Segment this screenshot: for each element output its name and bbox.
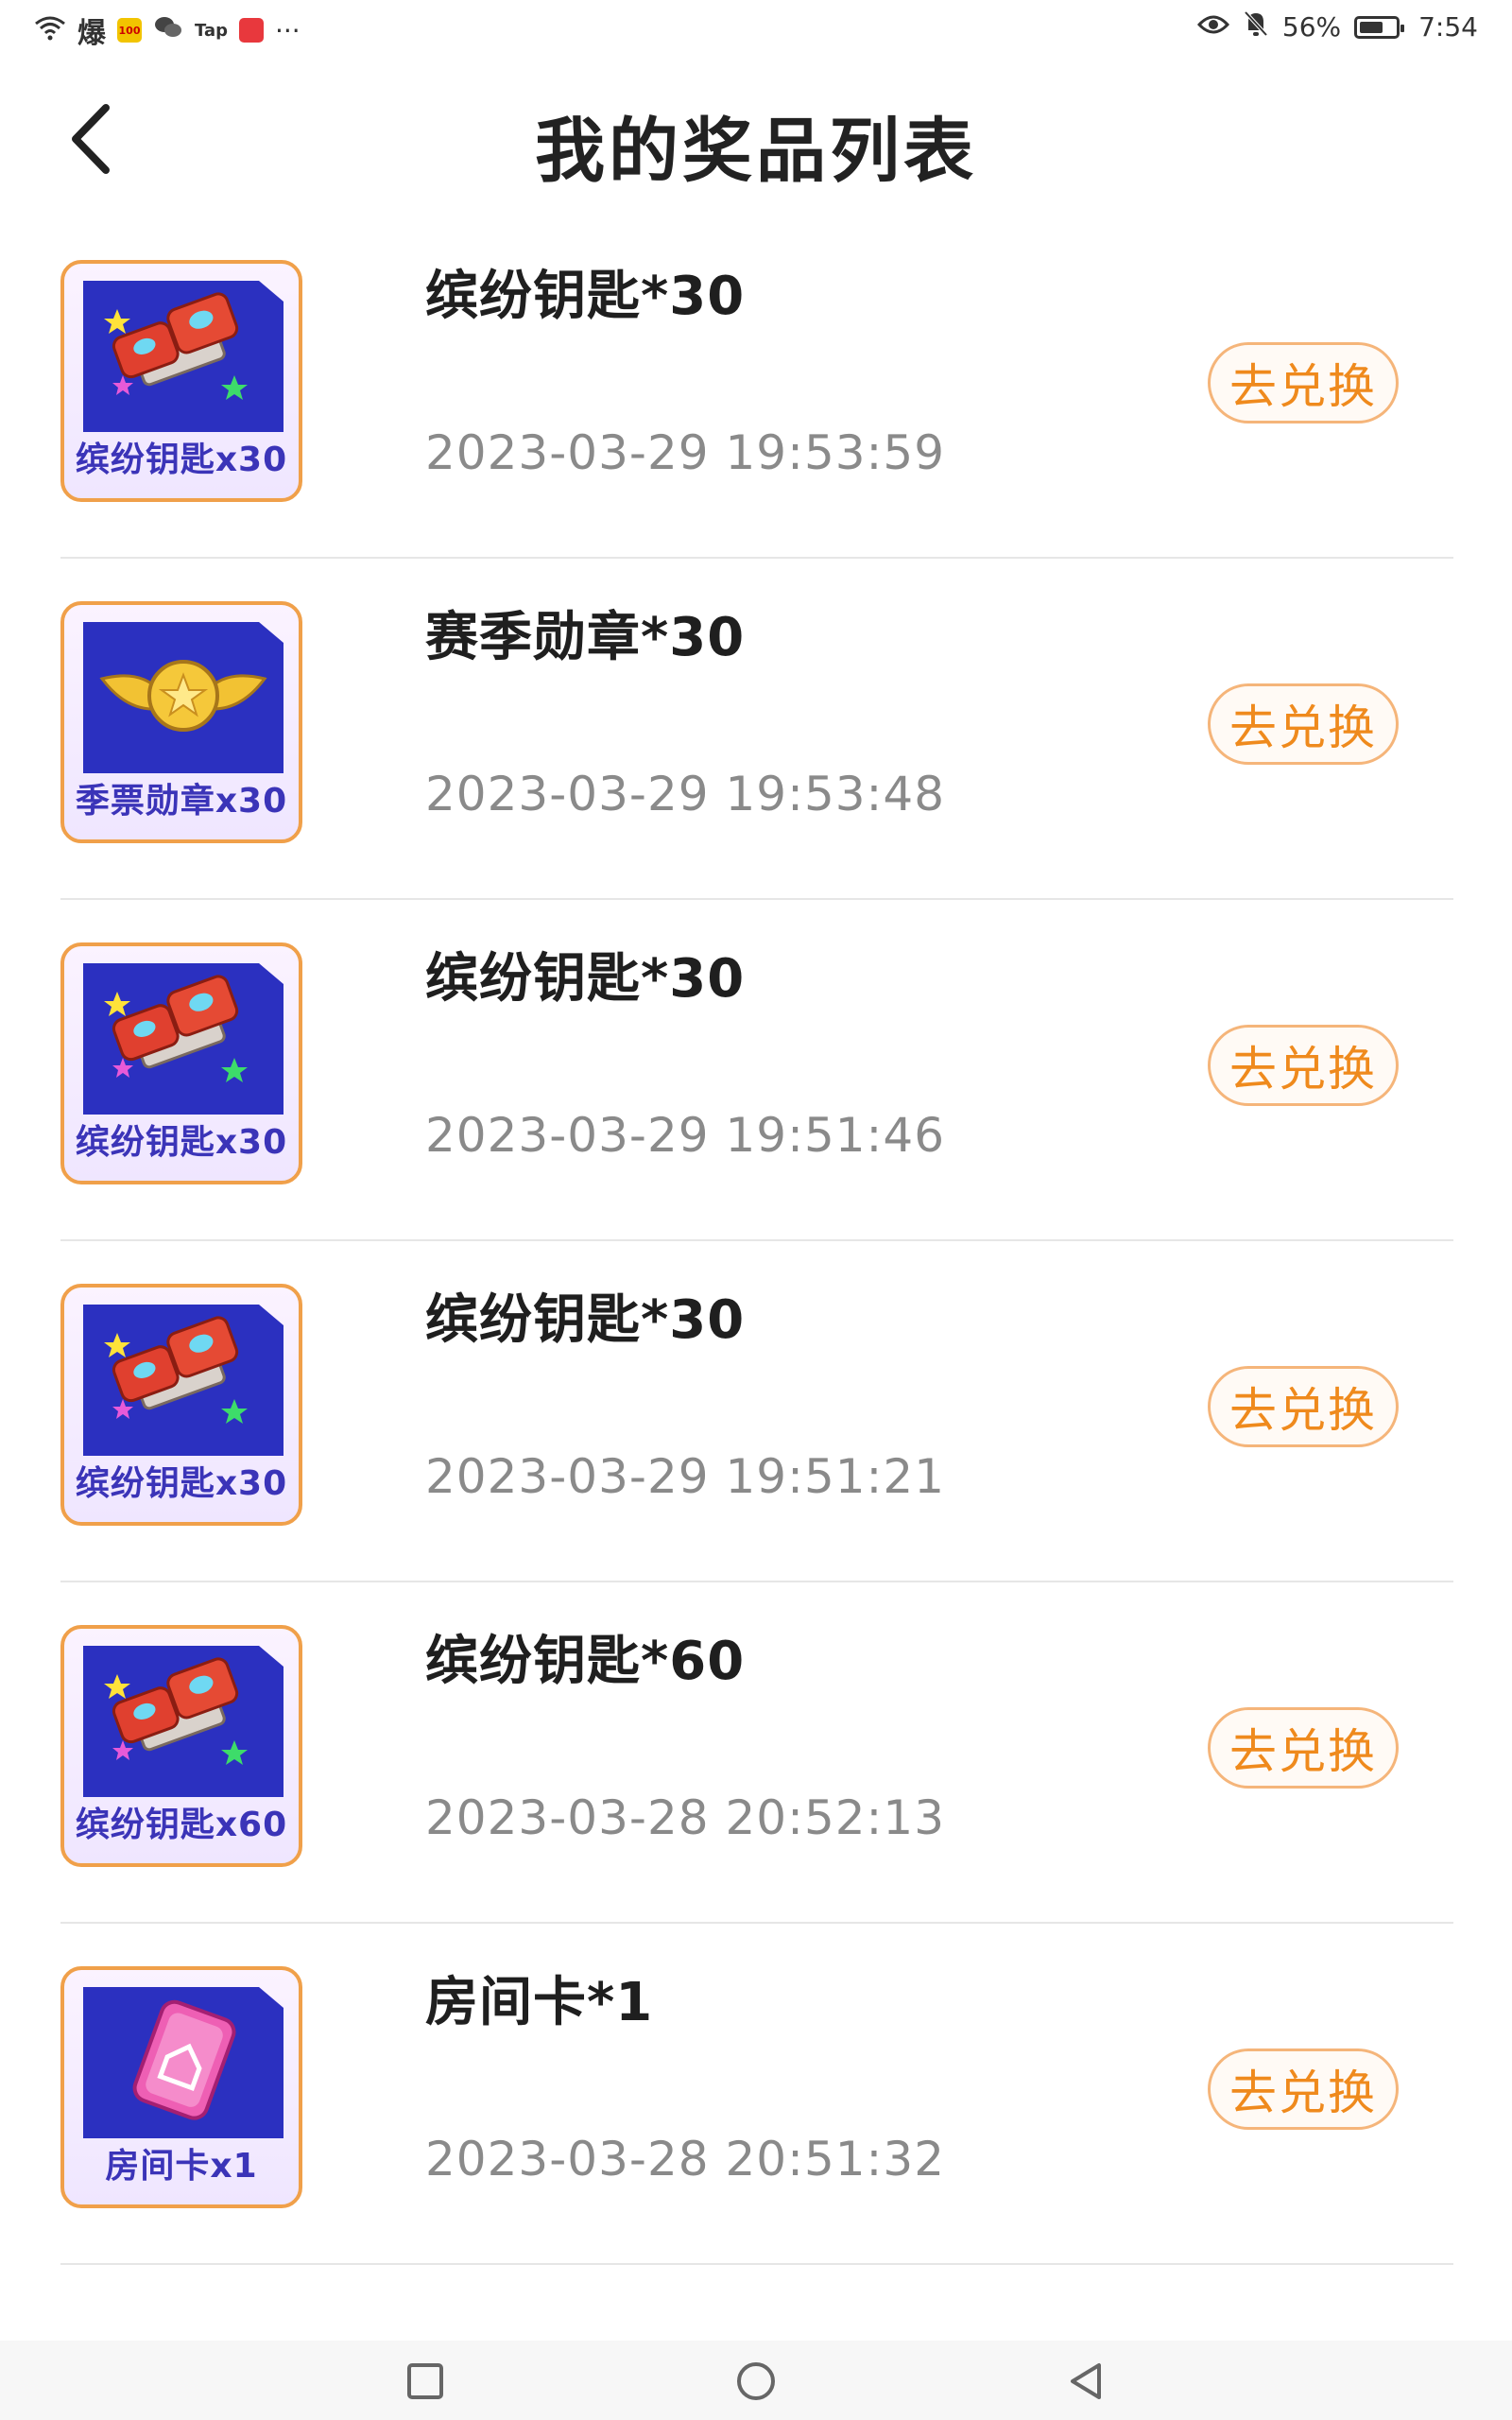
tap-app-icon: Tap — [195, 20, 228, 41]
redeem-button[interactable]: 去兑换 — [1208, 1707, 1399, 1789]
redeem-button[interactable]: 去兑换 — [1208, 1366, 1399, 1447]
prize-row: 缤纷钥匙x60 缤纷钥匙*60 2023-03-28 20:52:13 去兑换 — [60, 1582, 1453, 1924]
prize-title: 缤纷钥匙*60 — [425, 1631, 746, 1692]
triangle-back-icon — [1071, 2363, 1101, 2399]
prize-title: 赛季勋章*30 — [425, 607, 746, 668]
circle-icon — [737, 2362, 775, 2400]
status-right: 56% 7:54 — [1196, 9, 1478, 44]
prize-timestamp: 2023-03-29 19:53:48 — [425, 767, 946, 821]
bao-app-icon: 爆 — [77, 17, 106, 50]
square-icon — [407, 2363, 443, 2399]
redeem-button[interactable]: 去兑换 — [1208, 342, 1399, 424]
eye-icon — [1196, 11, 1229, 43]
prize-thumbnail-label: 缤纷钥匙x30 — [75, 441, 288, 479]
status-left: 爆 100 Tap ··· — [34, 9, 301, 51]
prize-thumbnail: 房间卡x1 — [60, 1966, 302, 2208]
status-bar: 爆 100 Tap ··· 56% 7:54 — [0, 0, 1512, 57]
prize-thumbnail: 季票勋章x30 — [60, 601, 302, 843]
prize-timestamp: 2023-03-28 20:51:32 — [425, 2132, 946, 2187]
prize-title: 缤纷钥匙*30 — [425, 948, 746, 1010]
prize-row: 房间卡x1 房间卡*1 2023-03-28 20:51:32 去兑换 — [60, 1924, 1453, 2265]
wifi-icon — [34, 14, 66, 47]
prize-row: 缤纷钥匙x30 缤纷钥匙*30 2023-03-29 19:51:21 去兑换 — [60, 1241, 1453, 1582]
mute-bell-icon — [1243, 9, 1269, 44]
page-title: 我的奖品列表 — [535, 111, 977, 192]
prize-title: 缤纷钥匙*30 — [425, 1289, 746, 1351]
prize-timestamp: 2023-03-29 19:53:59 — [425, 425, 946, 480]
prize-thumbnail: 缤纷钥匙x30 — [60, 260, 302, 502]
back-nav-button[interactable] — [1063, 2358, 1110, 2405]
prize-thumbnail: 缤纷钥匙x60 — [60, 1625, 302, 1867]
redeem-button[interactable]: 去兑换 — [1208, 1025, 1399, 1106]
prize-title: 缤纷钥匙*30 — [425, 266, 746, 327]
prize-row: 缤纷钥匙x30 缤纷钥匙*30 2023-03-29 19:51:46 去兑换 — [60, 900, 1453, 1241]
prize-timestamp: 2023-03-29 19:51:46 — [425, 1108, 946, 1163]
prize-thumbnail: 缤纷钥匙x30 — [60, 1284, 302, 1526]
more-icon: ··· — [275, 14, 301, 46]
prize-title: 房间卡*1 — [425, 1972, 654, 2033]
100-app-icon: 100 — [117, 18, 142, 43]
navigation-bar — [0, 2341, 1512, 2420]
battery-percent: 56% — [1281, 11, 1342, 43]
prize-timestamp: 2023-03-28 20:52:13 — [425, 1790, 946, 1845]
redeem-button[interactable]: 去兑换 — [1208, 683, 1399, 765]
prize-timestamp: 2023-03-29 19:51:21 — [425, 1449, 946, 1504]
prize-row: 季票勋章x30 赛季勋章*30 2023-03-29 19:53:48 去兑换 — [60, 559, 1453, 900]
home-button[interactable] — [732, 2358, 780, 2405]
prize-thumbnail-label: 缤纷钥匙x30 — [75, 1464, 288, 1503]
prize-list: 缤纷钥匙x30 缤纷钥匙*30 2023-03-29 19:53:59 去兑换 季票勋章… — [60, 217, 1453, 2265]
battery-icon — [1354, 15, 1405, 39]
prize-thumbnail-label: 缤纷钥匙x60 — [75, 1806, 288, 1844]
recent-apps-button[interactable] — [402, 2358, 449, 2405]
book-app-icon — [239, 18, 264, 43]
wechat-icon — [153, 14, 183, 47]
prize-thumbnail: 缤纷钥匙x30 — [60, 942, 302, 1184]
redeem-button[interactable]: 去兑换 — [1208, 2048, 1399, 2130]
header: 我的奖品列表 — [0, 76, 1512, 199]
prize-thumbnail-label: 季票勋章x30 — [75, 782, 288, 821]
prize-row: 缤纷钥匙x30 缤纷钥匙*30 2023-03-29 19:53:59 去兑换 — [60, 217, 1453, 559]
status-time: 7:54 — [1418, 11, 1478, 43]
prize-thumbnail-label: 缤纷钥匙x30 — [75, 1123, 288, 1162]
prize-thumbnail-label: 房间卡x1 — [105, 2147, 258, 2186]
